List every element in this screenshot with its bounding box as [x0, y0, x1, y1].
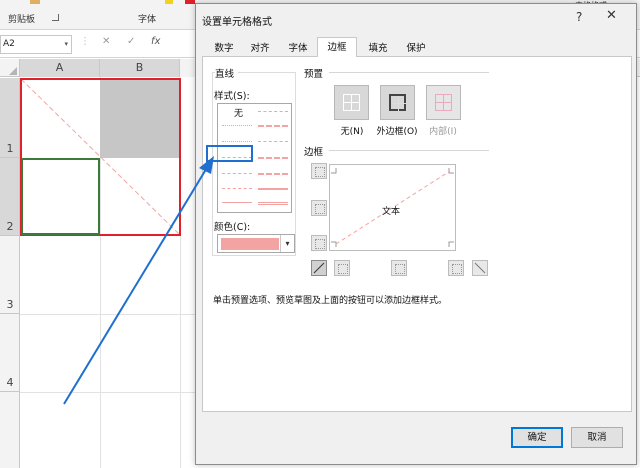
row-number: 1	[6, 142, 14, 155]
preview-text: 文本	[382, 207, 401, 217]
name-box-value: A2	[3, 39, 15, 49]
presets-group-title: 预置	[304, 66, 328, 80]
line-style-option[interactable]	[258, 157, 288, 159]
row-header-5[interactable]	[0, 392, 20, 468]
grid-line	[20, 314, 200, 315]
column-header-b[interactable]: B	[100, 59, 180, 77]
close-icon[interactable]: ✕	[606, 8, 617, 23]
chevron-down-icon[interactable]: ▾	[64, 36, 68, 53]
border-right-button[interactable]	[448, 260, 464, 276]
line-style-none[interactable]: 无	[234, 106, 243, 119]
insert-function-icon[interactable]: fx	[151, 36, 160, 47]
preset-outline-button[interactable]	[380, 85, 415, 120]
cancel-entry-icon[interactable]: ✕	[102, 36, 110, 47]
color-swatch	[221, 238, 279, 250]
row-header-4[interactable]: 4	[0, 314, 20, 392]
preset-inside-button[interactable]	[426, 85, 461, 120]
diagonal-up-icon	[313, 262, 325, 274]
column-header-a[interactable]: A	[20, 59, 100, 77]
grid-line	[20, 392, 200, 393]
confirm-entry-icon[interactable]: ✓	[127, 36, 135, 47]
tab-protection[interactable]: 保护	[400, 40, 432, 57]
color-label: 颜色(C):	[214, 219, 255, 233]
active-cell-a2[interactable]	[21, 158, 100, 235]
line-style-selection-highlight	[206, 145, 253, 162]
line-style-option[interactable]	[222, 141, 252, 142]
tab-border[interactable]: 边框	[317, 37, 357, 58]
row-header-3[interactable]: 3	[0, 236, 20, 314]
ok-button[interactable]: 确定	[511, 427, 563, 448]
preset-none-button[interactable]	[334, 85, 369, 120]
border-diagonal-down-button[interactable]	[472, 260, 488, 276]
format-cells-dialog: 设置单元格格式 ? ✕ 数字 对齐 字体 边框 填充 保护 直线 样式(S): …	[195, 3, 637, 465]
line-style-option[interactable]	[222, 188, 252, 189]
border-bottom-button[interactable]	[311, 235, 327, 251]
name-box[interactable]: A2 ▾	[0, 35, 72, 54]
border-tab-panel: 直线 样式(S): 无 颜色(C): ▾ 预置 无(N) 外边框(O) 内部(I…	[202, 57, 632, 412]
border-preview[interactable]: 文本	[329, 164, 456, 251]
line-style-option[interactable]	[258, 173, 288, 175]
tab-alignment[interactable]: 对齐	[244, 40, 276, 57]
line-style-option[interactable]	[258, 202, 288, 205]
border-none-icon	[343, 94, 360, 111]
border-middle-h-button[interactable]	[311, 200, 327, 216]
clipboard-launcher-icon[interactable]	[52, 14, 59, 21]
cancel-button[interactable]: 取消	[571, 427, 623, 448]
line-style-option[interactable]	[258, 125, 288, 127]
line-style-option[interactable]	[258, 111, 288, 112]
line-style-option[interactable]	[222, 125, 252, 126]
border-inside-icon	[435, 94, 452, 111]
preset-inside-label: 内部(I)	[429, 127, 457, 137]
select-all-corner[interactable]	[0, 59, 20, 77]
help-icon[interactable]: ?	[576, 10, 582, 24]
row-number: 3	[6, 298, 14, 311]
font-color-icon[interactable]	[185, 0, 195, 4]
tab-font[interactable]: 字体	[282, 40, 314, 57]
line-color-dropdown[interactable]: ▾	[217, 234, 295, 253]
font-group-label: 字体	[138, 15, 157, 25]
preset-none-label: 无(N)	[340, 127, 364, 137]
border-middle-v-button[interactable]	[391, 260, 407, 276]
chevron-down-icon[interactable]: ▾	[280, 235, 294, 252]
hint-text: 单击预置选项、预览草图及上面的按钮可以添加边框样式。	[213, 296, 448, 306]
tab-strip: 数字 对齐 字体 边框 填充 保护	[202, 37, 632, 58]
style-label: 样式(S):	[214, 88, 254, 102]
diagonal-down-icon	[474, 262, 486, 274]
border-diagonal-up-button[interactable]	[311, 260, 327, 276]
dialog-title: 设置单元格格式	[202, 17, 272, 28]
tab-number[interactable]: 数字	[208, 40, 240, 57]
border-left-button[interactable]	[334, 260, 350, 276]
line-style-option[interactable]	[258, 188, 288, 190]
line-group-title: 直线	[215, 66, 239, 80]
border-group-title: 边框	[304, 144, 328, 158]
row-number: 2	[6, 220, 14, 233]
preset-outline-label: 外边框(O)	[376, 127, 418, 137]
line-style-option[interactable]	[222, 173, 252, 174]
line-style-option[interactable]	[222, 202, 252, 203]
border-outline-icon	[389, 94, 406, 111]
divider	[329, 150, 489, 151]
border-top-button[interactable]	[311, 163, 327, 179]
divider	[329, 72, 489, 73]
highlight-color-icon[interactable]	[165, 0, 173, 4]
clipboard-group-label: 剪贴板	[8, 15, 36, 25]
line-style-option[interactable]	[258, 141, 288, 142]
row-number: 4	[6, 376, 14, 389]
row-header-1[interactable]: 1	[0, 78, 20, 158]
more-icon: ⋮	[80, 36, 90, 47]
tab-fill[interactable]: 填充	[362, 40, 394, 57]
row-header-2[interactable]: 2	[0, 158, 20, 236]
format-painter-icon[interactable]	[30, 0, 40, 4]
